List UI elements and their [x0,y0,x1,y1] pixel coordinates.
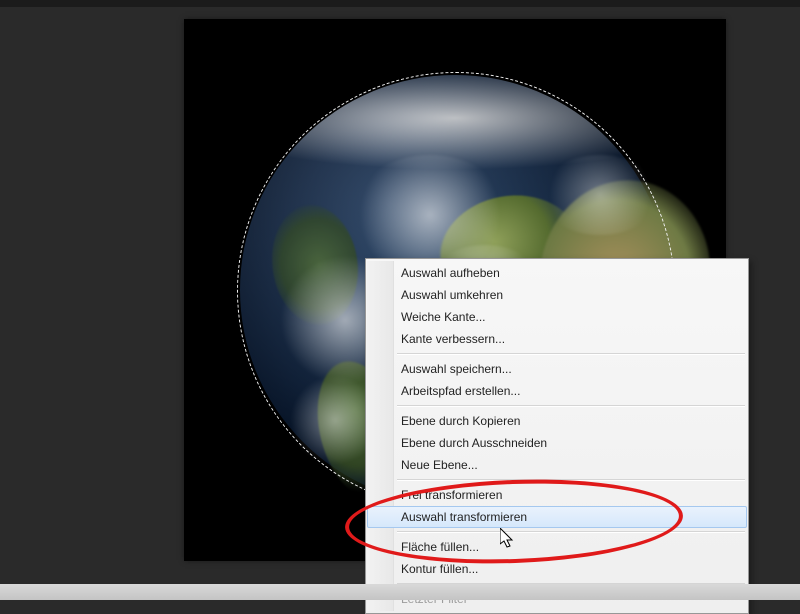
menu-item-make-work-path[interactable]: Arbeitspfad erstellen... [367,380,747,402]
menu-item-deselect[interactable]: Auswahl aufheben [367,262,747,284]
menu-item-invert-selection[interactable]: Auswahl umkehren [367,284,747,306]
menu-item-new-layer[interactable]: Neue Ebene... [367,454,747,476]
menu-item-refine-edge[interactable]: Kante verbessern... [367,328,747,350]
menu-item-layer-via-copy[interactable]: Ebene durch Kopieren [367,410,747,432]
menu-item-stroke[interactable]: Kontur füllen... [367,558,747,580]
menu-separator [397,405,745,407]
menu-item-fill[interactable]: Fläche füllen... [367,536,747,558]
context-menu[interactable]: Auswahl aufheben Auswahl umkehren Weiche… [365,258,749,614]
workspace: Auswahl aufheben Auswahl umkehren Weiche… [0,0,800,600]
menu-item-transform-selection[interactable]: Auswahl transformieren [367,506,747,528]
context-menu-list: Auswahl aufheben Auswahl umkehren Weiche… [367,262,747,610]
menu-separator [397,479,745,481]
menu-item-save-selection[interactable]: Auswahl speichern... [367,358,747,380]
title-bar [0,0,800,7]
menu-item-feather[interactable]: Weiche Kante... [367,306,747,328]
menu-item-free-transform[interactable]: Frei transformieren [367,484,747,506]
menu-separator [397,353,745,355]
menu-separator [397,531,745,533]
menu-item-layer-via-cut[interactable]: Ebene durch Ausschneiden [367,432,747,454]
status-bar [0,584,800,600]
